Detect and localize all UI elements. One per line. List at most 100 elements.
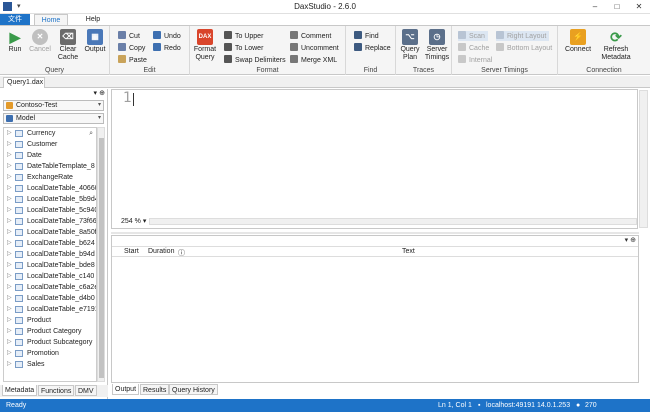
tab-output[interactable]: Output [112, 384, 140, 395]
model-selector[interactable]: Model ▾ [3, 113, 104, 124]
tab-dmv[interactable]: DMV [75, 385, 97, 396]
run-button[interactable]: ▶ Run [3, 29, 27, 54]
column-text[interactable]: Text [402, 248, 415, 255]
table-tree-item[interactable]: ▷ LocalDateTable_c6a2e [4, 282, 96, 293]
cache-toggle[interactable]: Cache [458, 43, 489, 53]
table-tree-item[interactable]: ▷ LocalDateTable_b94d [4, 249, 96, 260]
editor-vertical-scrollbar[interactable] [639, 90, 648, 228]
expand-arrow-icon[interactable]: ▷ [7, 282, 12, 293]
minimize-button[interactable]: – [584, 0, 606, 14]
clear-cache-button[interactable]: ⌫ Clear Cache [55, 29, 81, 62]
table-tree-item[interactable]: ▷ LocalDateTable_8a50f [4, 227, 96, 238]
expand-arrow-icon[interactable]: ▷ [7, 172, 12, 183]
internal-toggle[interactable]: Internal [458, 55, 492, 65]
to-lower-button[interactable]: To Lower [224, 43, 263, 53]
to-upper-button[interactable]: To Upper [224, 31, 263, 41]
expand-arrow-icon[interactable]: ▷ [7, 205, 12, 216]
table-tree-item[interactable]: ▷ LocalDateTable_5c940 [4, 205, 96, 216]
expand-arrow-icon[interactable]: ▷ [7, 293, 12, 304]
table-tree-item[interactable]: ▷ LocalDateTable_d4b0 [4, 293, 96, 304]
table-tree-item[interactable]: ▷ Promotion [4, 348, 96, 359]
expand-arrow-icon[interactable]: ▷ [7, 249, 12, 260]
table-tree-item[interactable]: ▷ ExchangeRate [4, 172, 96, 183]
find-button[interactable]: Find [354, 31, 379, 41]
table-tree-item[interactable]: ▷ Product Category [4, 326, 96, 337]
zoom-level[interactable]: 254 % ▾ [121, 217, 146, 225]
metadata-tree-scrollbar[interactable] [97, 127, 105, 382]
table-tree-item[interactable]: ▷ LocalDateTable_73f66 [4, 216, 96, 227]
format-query-button[interactable]: DAX Format Query [193, 29, 217, 62]
column-start[interactable]: Start [124, 248, 139, 255]
pin-icon[interactable]: ⊕ [99, 89, 105, 97]
expand-arrow-icon[interactable]: ▷ [7, 194, 12, 205]
cancel-button[interactable]: ✕ Cancel [28, 29, 52, 54]
table-tree-item[interactable]: ▷ LocalDateTable_e7191 [4, 304, 96, 315]
undo-button[interactable]: Undo [153, 31, 181, 41]
cut-button[interactable]: Cut [118, 31, 140, 41]
editor-horizontal-scrollbar[interactable] [149, 218, 637, 225]
redo-button[interactable]: Redo [153, 43, 181, 53]
tab-query-history[interactable]: Query History [169, 384, 218, 395]
replace-button[interactable]: Replace [354, 43, 391, 53]
expand-arrow-icon[interactable]: ▷ [7, 359, 12, 370]
tab-metadata[interactable]: Metadata [2, 385, 38, 396]
table-tree-item[interactable]: ▷ Product [4, 315, 96, 326]
connect-button[interactable]: ⚡ Connect [564, 29, 592, 54]
table-tree-item[interactable]: ▷ Currency ⌕ [4, 128, 96, 139]
expand-arrow-icon[interactable]: ▷ [7, 227, 12, 238]
expand-arrow-icon[interactable]: ▷ [7, 348, 12, 359]
table-tree-item[interactable]: ▷ Date [4, 150, 96, 161]
server-timings-button[interactable]: ◷ Server Timings [424, 29, 450, 62]
document-tab-query1[interactable]: Query1.dax [3, 77, 45, 88]
expand-arrow-icon[interactable]: ▷ [7, 337, 12, 348]
swap-delimiters-button[interactable]: Swap Delimiters [224, 55, 286, 65]
scan-toggle[interactable]: Scan [458, 31, 488, 41]
expand-arrow-icon[interactable]: ▷ [7, 139, 12, 150]
output-pane-controls[interactable]: ▾ ⊕ [625, 236, 636, 244]
right-layout-toggle[interactable]: Right Layout [496, 31, 550, 41]
expand-arrow-icon[interactable]: ▷ [7, 304, 12, 315]
copy-button[interactable]: Copy [118, 43, 145, 53]
query-plan-button[interactable]: ⌥ Query Plan [398, 29, 422, 62]
refresh-metadata-button[interactable]: ⟳ Refresh Metadata [600, 29, 632, 62]
expand-arrow-icon[interactable]: ▷ [7, 271, 12, 282]
table-tree-item[interactable]: ▷ Product Subcategory [4, 337, 96, 348]
table-tree-item[interactable]: ▷ Sales [4, 359, 96, 370]
expand-arrow-icon[interactable]: ▷ [7, 150, 12, 161]
status-ready: Ready [6, 402, 27, 409]
search-icon[interactable]: ⌕ [89, 128, 93, 139]
tab-functions[interactable]: Functions [38, 385, 75, 396]
expand-arrow-icon[interactable]: ▷ [7, 183, 12, 194]
table-tree-item[interactable]: ▷ Customer [4, 139, 96, 150]
table-tree-item[interactable]: ▷ LocalDateTable_bde8 [4, 260, 96, 271]
expand-arrow-icon[interactable]: ▷ [7, 216, 12, 227]
expand-arrow-icon[interactable]: ▷ [7, 260, 12, 271]
bottom-layout-toggle[interactable]: Bottom Layout [496, 43, 552, 53]
expand-arrow-icon[interactable]: ▷ [7, 161, 12, 172]
query-editor[interactable]: 1 254 % ▾ [111, 89, 648, 229]
paste-button[interactable]: Paste [118, 55, 147, 65]
close-button[interactable]: ✕ [628, 0, 650, 14]
scrollbar-thumb[interactable] [99, 138, 104, 378]
table-tree-item[interactable]: ▷ LocalDateTable_5b9d4 [4, 194, 96, 205]
expand-arrow-icon[interactable]: ▷ [7, 238, 12, 249]
panel-dropdown-icon[interactable]: ▾ [93, 89, 97, 97]
edit-group: Cut Copy Paste Undo Redo Edit [110, 26, 190, 75]
expand-arrow-icon[interactable]: ▷ [7, 326, 12, 337]
table-tree-item[interactable]: ▷ LocalDateTable_c140 [4, 271, 96, 282]
comment-button[interactable]: Comment [290, 31, 331, 41]
maximize-button[interactable]: □ [606, 0, 628, 14]
expand-arrow-icon[interactable]: ▷ [7, 315, 12, 326]
table-icon [15, 207, 23, 214]
table-tree-item[interactable]: ▷ LocalDateTable_b624 [4, 238, 96, 249]
table-tree-item[interactable]: ▷ LocalDateTable_40660 [4, 183, 96, 194]
uncomment-button[interactable]: Uncomment [290, 43, 339, 53]
output-button[interactable]: ▦ Output [83, 29, 107, 54]
merge-xml-button[interactable]: Merge XML [290, 55, 337, 65]
pane-splitter[interactable] [111, 232, 639, 234]
database-selector[interactable]: Contoso-Test ▾ [3, 100, 104, 111]
table-tree-item[interactable]: ▷ DateTableTemplate_8 [4, 161, 96, 172]
expand-arrow-icon[interactable]: ▷ [7, 128, 12, 139]
column-duration[interactable]: Duration [148, 248, 174, 255]
tab-results[interactable]: Results [140, 384, 170, 395]
